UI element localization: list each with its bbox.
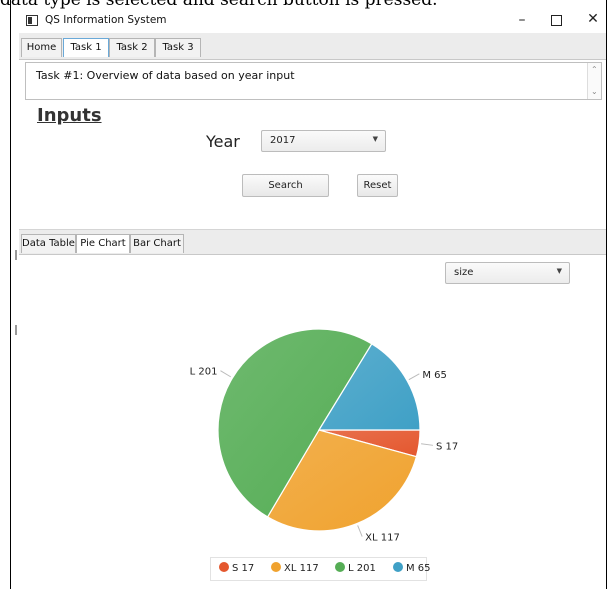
legend-item-l: L 201 (335, 562, 376, 574)
document-frame-right (606, 0, 607, 589)
pie-label-line (357, 525, 363, 537)
legend-label: M 65 (406, 563, 431, 574)
scroll-up-icon[interactable]: ⌃ (591, 65, 598, 74)
pie-label-l: L 201 (190, 367, 218, 378)
chevron-down-icon: ▼ (372, 135, 378, 143)
description-scrollbar[interactable]: ⌃ ⌄ (587, 63, 601, 99)
search-button[interactable]: Search (242, 174, 329, 197)
year-select[interactable]: 2017 ▼ (261, 130, 386, 152)
scroll-down-icon[interactable]: ⌄ (591, 87, 598, 96)
tab-task-3[interactable]: Task 3 (155, 38, 201, 57)
legend-swatch (271, 562, 281, 572)
legend-swatch (219, 562, 229, 572)
pie-label-m: M 65 (422, 370, 447, 381)
title-bar[interactable]: QS Information System – ✕ (19, 9, 606, 33)
reset-button[interactable]: Reset (357, 174, 398, 197)
legend-label: S 17 (232, 563, 255, 574)
pie-label-line (421, 443, 434, 446)
legend-swatch (393, 562, 403, 572)
edge-mark (15, 325, 17, 335)
tab-task-1[interactable]: Task 1 (63, 38, 109, 57)
inputs-heading: Inputs (37, 105, 102, 126)
tab-home[interactable]: Home (21, 38, 62, 57)
tab-task-2[interactable]: Task 2 (109, 38, 155, 57)
edge-mark (15, 250, 17, 260)
minimize-button[interactable]: – (513, 11, 531, 29)
tab-pie-chart[interactable]: Pie Chart (76, 234, 130, 253)
pie-chart: S 17 XL 117 L 201 M 65 (190, 328, 458, 544)
pie-label-xl: XL 117 (365, 533, 400, 544)
pie-label-s: S 17 (436, 441, 458, 452)
document-frame-left (10, 0, 11, 589)
task-description-text: Task #1: Overview of data based on year … (36, 69, 295, 82)
legend-item-xl: XL 117 (271, 562, 319, 574)
task-description-box[interactable]: Task #1: Overview of data based on year … (25, 62, 602, 100)
year-select-value: 2017 (270, 135, 296, 146)
chart-legend: S 17 XL 117 L 201 M 65 (210, 557, 431, 581)
legend-item-m: M 65 (393, 562, 431, 574)
pie-label-line (408, 373, 420, 381)
legend-swatch (335, 562, 345, 572)
tab-data-table[interactable]: Data Table (21, 234, 76, 253)
pie-label-line (220, 370, 232, 378)
legend-label: XL 117 (284, 563, 319, 574)
legend-item-s: S 17 (219, 562, 254, 574)
tab-bar-chart[interactable]: Bar Chart (130, 234, 184, 253)
maximize-button[interactable] (551, 15, 562, 26)
chart-tab-bar: Data Table Pie Chart Bar Chart (19, 229, 606, 255)
app-window-icon (26, 15, 38, 26)
close-button[interactable]: ✕ (584, 10, 602, 28)
legend-label: L 201 (348, 563, 376, 574)
main-tab-bar: Home Task 1 Task 2 Task 3 (19, 33, 606, 60)
year-label: Year (206, 132, 240, 151)
app-window: QS Information System – ✕ Home Task 1 Ta… (19, 9, 606, 589)
window-title: QS Information System (45, 14, 167, 26)
